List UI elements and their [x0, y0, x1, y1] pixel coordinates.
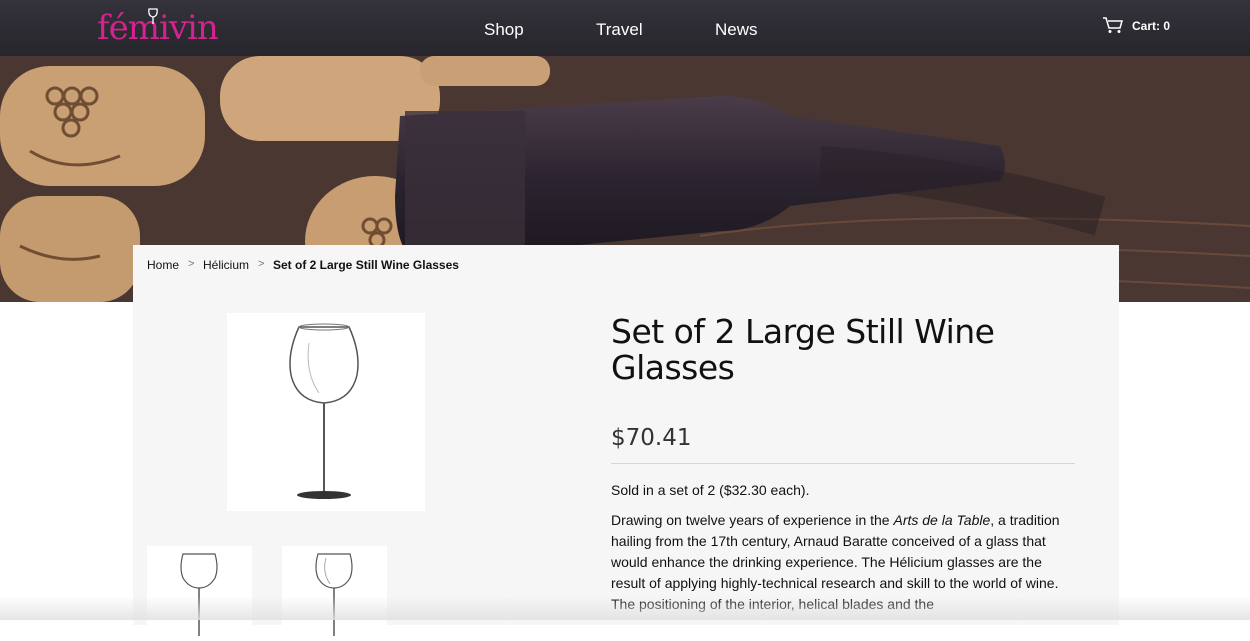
sold-note: Sold in a set of 2 ($32.30 each).: [611, 482, 810, 498]
nav-travel[interactable]: Travel: [596, 20, 643, 40]
description-emphasis: Arts de la Table: [893, 512, 991, 528]
description-part-1: Drawing on twelve years of experience in…: [611, 512, 894, 528]
nav-news[interactable]: News: [715, 20, 758, 40]
product-panel: Home > Hélicium > Set of 2 Large Still W…: [133, 245, 1119, 636]
product-thumbnail[interactable]: [147, 546, 252, 636]
cart-icon: [1103, 17, 1123, 33]
nav-shop[interactable]: Shop: [484, 20, 524, 40]
product-thumbnail[interactable]: [282, 546, 387, 636]
femivin-logo[interactable]: fémivin: [97, 6, 219, 50]
wine-glass-logo-icon: [148, 8, 158, 24]
cart-label: Cart: 0: [1132, 19, 1171, 33]
product-title: Set of 2 Large Still Wine Glasses: [611, 312, 995, 387]
top-navigation-bar: fémivin Shop Travel News Cart: 0: [0, 0, 1250, 57]
breadcrumb-home[interactable]: Home: [147, 258, 179, 272]
breadcrumb-current: Set of 2 Large Still Wine Glasses: [273, 258, 459, 272]
product-price: $70.41: [611, 425, 692, 451]
breadcrumb-separator: >: [258, 258, 265, 270]
wine-glass-image: [289, 323, 359, 499]
thumbnail-wine-glass: [180, 553, 218, 636]
breadcrumb-separator: >: [188, 258, 195, 270]
thumbnail-wine-glass: [315, 553, 353, 636]
bottom-fade: [0, 596, 1250, 620]
product-main-image[interactable]: [227, 313, 425, 511]
breadcrumb-category[interactable]: Hélicium: [203, 258, 249, 272]
divider: [611, 463, 1075, 464]
